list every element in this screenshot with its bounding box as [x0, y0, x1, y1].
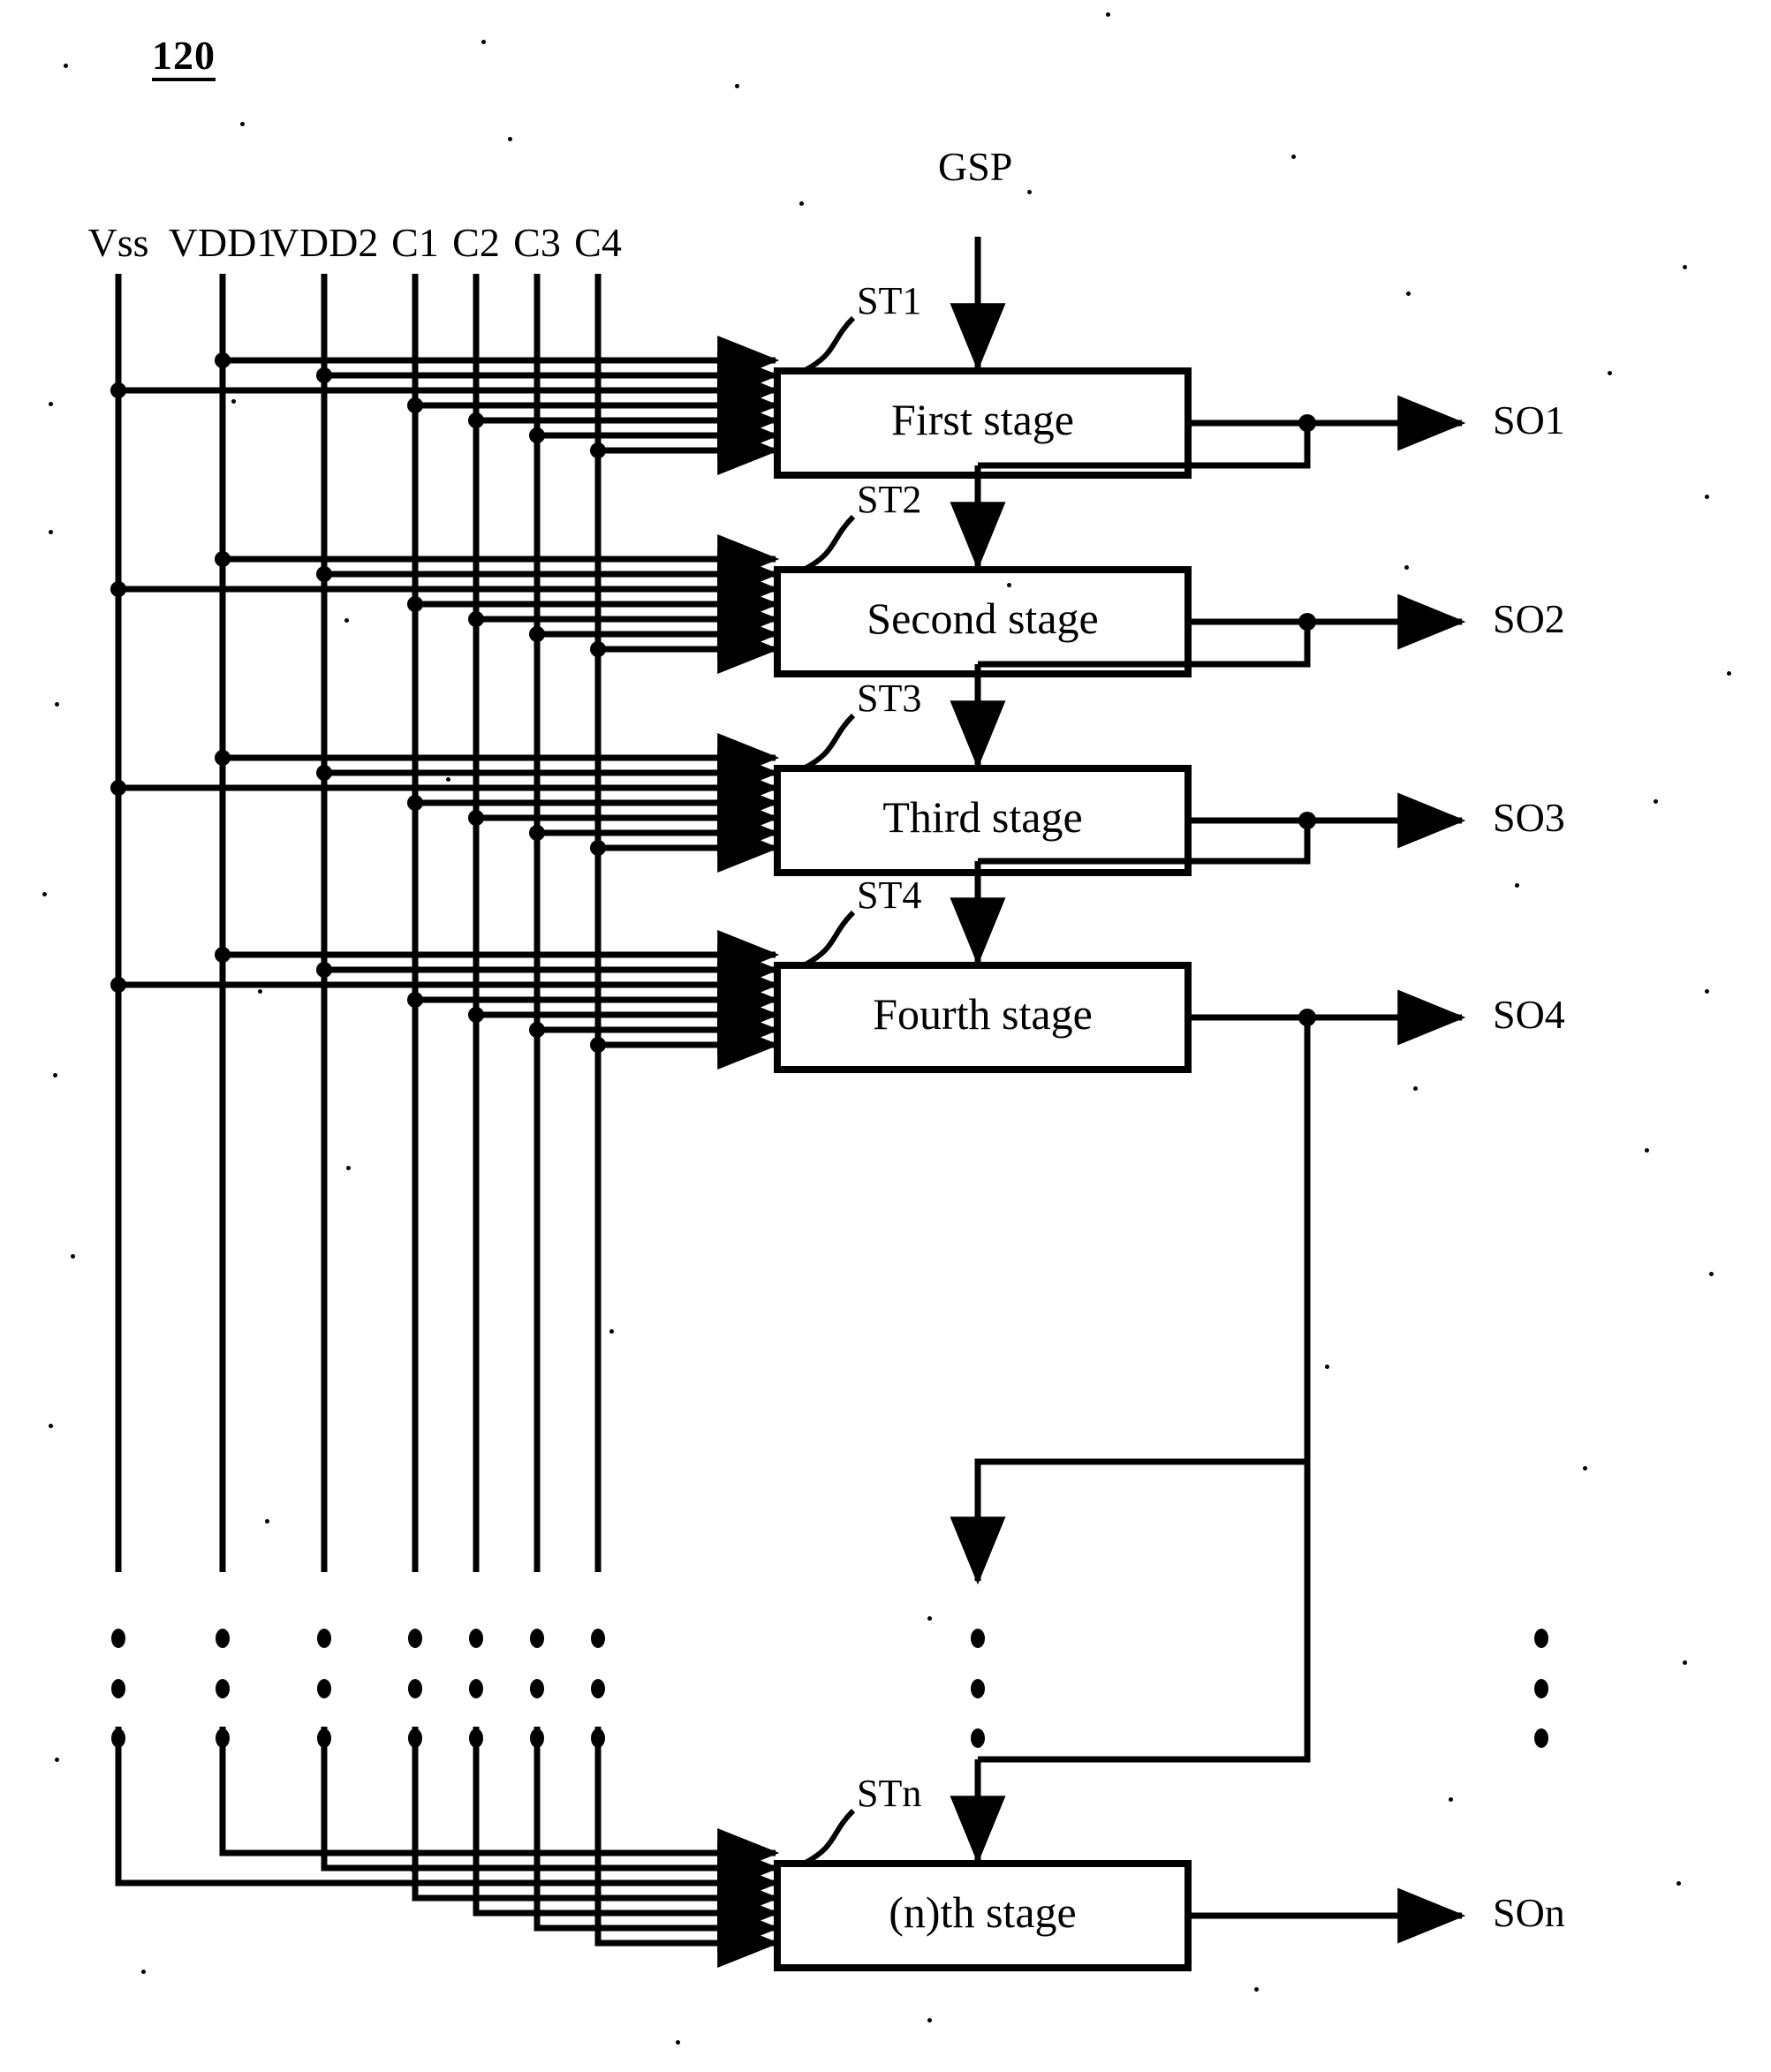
scan-speck [1449, 1797, 1453, 1802]
scan-speck [1515, 883, 1519, 888]
stage-n-output-label: SOn [1493, 1890, 1565, 1935]
bus-label-vss: Vss [87, 220, 149, 265]
scan-speck [508, 137, 512, 141]
scan-speck [1254, 1987, 1259, 1992]
scan-speck [481, 40, 486, 44]
scan-speck [258, 989, 262, 994]
scan-speck [1406, 291, 1411, 296]
scan-speck [1705, 495, 1709, 499]
scan-speck [1709, 1272, 1714, 1276]
scan-speck [240, 122, 245, 126]
scan-speck [1676, 1881, 1681, 1886]
scan-speck [1683, 265, 1687, 269]
scan-speck [49, 530, 53, 534]
stage-1-label: First stage [891, 395, 1074, 444]
scan-speck [1027, 190, 1032, 194]
stage-4-label: Fourth stage [873, 989, 1093, 1039]
scan-speck [231, 399, 236, 404]
scan-speck [53, 1073, 57, 1078]
scan-speck [1608, 371, 1612, 375]
scan-speck [1654, 799, 1658, 804]
scan-speck [42, 892, 47, 896]
scan-speck [1404, 565, 1409, 570]
bus-label-vdd2: VDD2 [269, 220, 379, 265]
figure-reference-numeral: 120 [152, 35, 216, 81]
stage-tag-leader-lines [802, 315, 856, 1866]
scan-speck [1727, 671, 1731, 676]
vertical-bus-lines [115, 274, 602, 1766]
stage-n-label: (n)th stage [889, 1887, 1077, 1937]
scan-speck [927, 2018, 932, 2023]
scan-speck [1007, 583, 1011, 587]
bus-label-c4: C4 [574, 220, 622, 265]
scan-speck [1583, 1466, 1587, 1471]
stage-3-output-label: SO3 [1493, 795, 1565, 840]
stage-3-tag: ST3 [857, 677, 922, 720]
scan-speck [1683, 1660, 1687, 1665]
bus-label-c2: C2 [452, 220, 500, 265]
scan-speck [446, 777, 450, 782]
scan-speck [49, 402, 53, 406]
stage-4-output-label: SO4 [1493, 992, 1565, 1037]
gsp-label: GSP [938, 144, 1013, 189]
stage-2-output-label: SO2 [1493, 596, 1565, 641]
scan-speck [346, 1166, 351, 1170]
stage-1-tag: ST1 [857, 279, 922, 322]
stage-output-wires [1188, 395, 1466, 1944]
scan-speck [141, 1970, 146, 1974]
scan-speck [1106, 12, 1110, 17]
scan-speck [735, 84, 739, 88]
bus-label-c1: C1 [391, 220, 439, 265]
scan-speck [1645, 1148, 1649, 1153]
stage-input-fanin-wires [115, 336, 780, 1968]
stage-4-tag: ST4 [857, 873, 922, 917]
scan-speck [55, 702, 59, 707]
patent-figure-page: 120 Vss VDD1 VDD2 C1 C2 C3 C4 First stage ST1 SO… [0, 0, 1771, 2072]
stage-1-output-label: SO1 [1493, 397, 1565, 442]
scan-speck [1291, 155, 1296, 159]
scan-speck [1413, 1086, 1418, 1091]
stage-n-tag: STn [857, 1772, 922, 1815]
scan-speck [927, 1616, 932, 1621]
scan-speck [71, 1254, 75, 1259]
stage-3-label: Third stage [882, 792, 1083, 842]
stage-2-tag: ST2 [857, 478, 922, 521]
scan-speck [64, 64, 68, 68]
scan-speck [1705, 989, 1709, 994]
scan-speck [344, 618, 349, 623]
scan-speck [411, 1868, 415, 1872]
scan-speck [1325, 1365, 1329, 1369]
ellipsis-dots [111, 1629, 1548, 1748]
bus-label-vdd1: VDD1 [168, 220, 277, 265]
scan-speck [609, 1329, 614, 1334]
scan-speck [265, 1519, 269, 1524]
scan-speck [49, 1424, 53, 1428]
scan-speck [799, 201, 804, 206]
scan-speck [55, 1758, 59, 1762]
scan-speck [676, 2040, 680, 2045]
bus-label-c3: C3 [513, 220, 561, 265]
stage-2-label: Second stage [867, 594, 1099, 643]
